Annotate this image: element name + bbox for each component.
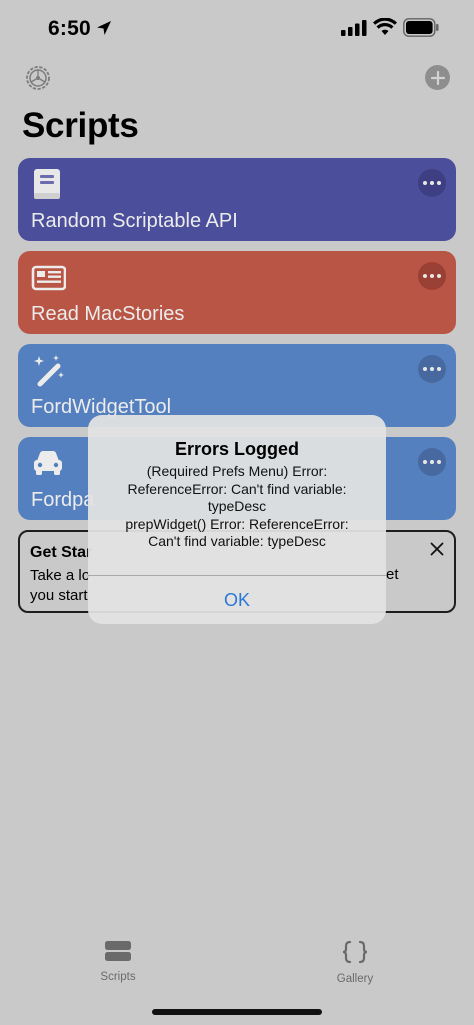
tab-gallery[interactable]: Gallery [310, 940, 400, 985]
tip-title: Get Star [30, 544, 93, 561]
dot [423, 367, 427, 371]
dot [437, 460, 441, 464]
more-options-button[interactable] [418, 355, 446, 383]
tip-body-line1: Take a lo [30, 567, 91, 584]
alert-message-line: (Required Prefs Menu) Error: [146, 463, 328, 479]
dot [437, 367, 441, 371]
alert-message-line: prepWidget() Error: ReferenceError: [125, 515, 349, 532]
more-options-button[interactable] [418, 262, 446, 290]
more-options-button[interactable] [418, 448, 446, 476]
dot [437, 181, 441, 185]
dot [430, 274, 434, 278]
book-icon [34, 169, 60, 199]
status-bar: 6:50 [0, 0, 474, 56]
battery-icon [403, 18, 439, 37]
page-title: Scripts [22, 106, 139, 145]
alert-message-line: ReferenceError: Can't find variable: [127, 480, 347, 497]
tip-body-line2: you start [30, 587, 88, 604]
tab-label: Scripts [100, 971, 136, 983]
close-icon[interactable] [430, 542, 444, 556]
alert-message-line: typeDesc [207, 498, 267, 514]
add-script-button[interactable] [425, 65, 450, 90]
alert-message: (Required Prefs Menu) Error: ReferenceEr… [104, 463, 370, 551]
tip-body-fragment: et [386, 566, 399, 583]
dot [423, 274, 427, 278]
dot [437, 274, 441, 278]
settings-button[interactable] [24, 64, 52, 92]
tab-label: Gallery [336, 973, 374, 985]
dot [423, 460, 427, 464]
plus-icon [430, 70, 445, 85]
car-icon [34, 451, 62, 475]
script-card-random-scriptable-api[interactable]: Random Scriptable API [18, 158, 456, 241]
tab-scripts[interactable]: Scripts [73, 940, 163, 983]
home-indicator[interactable] [152, 1009, 322, 1015]
cellular-signal-icon [341, 20, 367, 36]
dot [423, 181, 427, 185]
error-alert-dialog: Errors Logged (Required Prefs Menu) Erro… [88, 415, 386, 624]
status-time: 6:50 [48, 17, 91, 40]
ok-button[interactable]: OK [88, 576, 386, 624]
dot [430, 460, 434, 464]
script-name: Random Scriptable API [31, 210, 238, 232]
newspaper-icon [31, 265, 66, 291]
magic-wand-icon [34, 355, 64, 387]
dot [430, 367, 434, 371]
location-arrow-icon [97, 21, 111, 35]
more-options-button[interactable] [418, 169, 446, 197]
gear-icon [26, 66, 50, 90]
script-name: Read MacStories [31, 303, 185, 325]
alert-message-line: Can't find variable: typeDesc [148, 533, 326, 549]
dot [430, 181, 434, 185]
wifi-icon [373, 18, 397, 35]
alert-title: Errors Logged [174, 439, 299, 459]
script-name: Fordpa [31, 489, 95, 511]
curly-braces-icon [342, 940, 368, 964]
script-card-read-macstories[interactable]: Read MacStories [18, 251, 456, 334]
scripts-stack-icon [105, 941, 131, 961]
